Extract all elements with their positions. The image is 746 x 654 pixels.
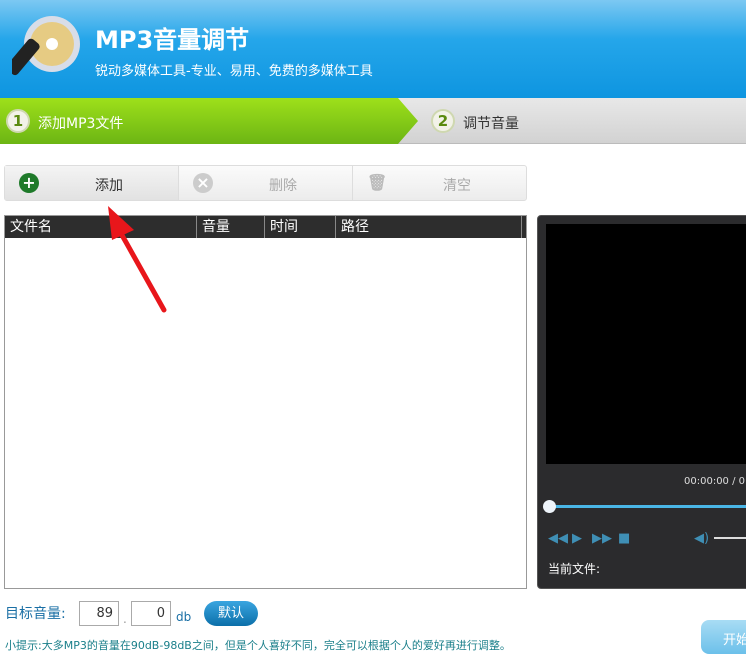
volume-icon[interactable]: ◀) — [694, 531, 709, 546]
target-volume-label: 目标音量: — [5, 606, 66, 622]
seek-bar[interactable] — [548, 505, 746, 508]
step-1-label: 添加MP3文件 — [38, 116, 124, 132]
volume-integer-input[interactable]: 89 — [79, 601, 119, 626]
column-volume[interactable]: 音量 — [197, 216, 265, 238]
toolbar: + 添加 × 删除 🗑 清空 — [4, 165, 527, 201]
step-1-number: 1 — [6, 109, 30, 133]
step-2-number: 2 — [431, 109, 455, 133]
red-arrow-annotation-icon — [108, 206, 167, 313]
volume-slider[interactable] — [714, 537, 746, 539]
delete-button[interactable]: × 删除 — [179, 166, 353, 200]
add-button[interactable]: + 添加 — [5, 166, 179, 200]
app-title: MP3音量调节 — [95, 26, 250, 54]
column-path[interactable]: 路径 — [336, 216, 522, 238]
fast-forward-icon[interactable]: ▶▶ — [592, 531, 612, 546]
default-button[interactable]: 默认 — [204, 601, 258, 626]
step-bar: 1 添加MP3文件 2 调节音量 — [0, 98, 746, 144]
play-icon[interactable]: ▶ — [572, 531, 582, 546]
start-button[interactable]: 开始 — [701, 620, 746, 654]
trash-icon: 🗑 — [367, 173, 388, 192]
app-header: MP3音量调节 锐动多媒体工具-专业、易用、免费的多媒体工具 — [0, 0, 746, 98]
cd-microphone-logo-icon — [12, 16, 80, 76]
clear-button[interactable]: 🗑 清空 — [353, 166, 526, 200]
rewind-icon[interactable]: ◀◀ — [548, 531, 568, 546]
plus-icon: + — [19, 173, 39, 193]
current-file-label: 当前文件: — [548, 562, 601, 576]
table-header: 文件名 音量 时间 路径 — [5, 216, 526, 238]
media-player: 00:00:00 / 0 ◀◀ ▶ ▶▶ ■ ◀) 当前文件: — [537, 215, 746, 589]
tip-text: 小提示:大多MP3的音量在90dB-98dB之间，但是个人喜好不同，完全可以根据… — [5, 639, 511, 652]
decimal-point: . — [123, 612, 127, 626]
video-screen — [546, 224, 746, 464]
close-icon: × — [193, 173, 213, 193]
app-subtitle: 锐动多媒体工具-专业、易用、免费的多媒体工具 — [95, 64, 373, 79]
step-2-label[interactable]: 调节音量 — [463, 113, 519, 133]
file-list[interactable]: 文件名 音量 时间 路径 — [4, 215, 527, 589]
unit-label: db — [176, 610, 192, 624]
volume-decimal-input[interactable]: 0 — [131, 601, 171, 626]
stop-icon[interactable]: ■ — [618, 531, 630, 546]
seek-handle[interactable] — [543, 500, 556, 513]
column-time[interactable]: 时间 — [265, 216, 336, 238]
time-display: 00:00:00 / 0 — [684, 476, 746, 487]
